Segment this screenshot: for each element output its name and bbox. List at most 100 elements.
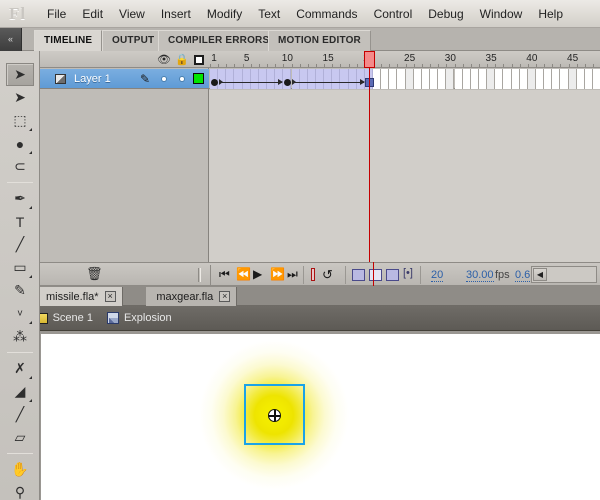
menu-window[interactable]: Window [472, 3, 531, 25]
frame-cell[interactable] [503, 69, 511, 89]
eraser-tool[interactable]: ▱ [6, 426, 34, 449]
layer-name-label[interactable]: Layer 1 [74, 73, 111, 85]
frame-cell[interactable] [520, 69, 528, 89]
breadcrumb-explosion[interactable]: Explosion [107, 312, 172, 324]
frame-cell[interactable] [544, 69, 552, 89]
frame-ruler[interactable]: 151015202530354045 [209, 51, 600, 68]
timeline-horizontal-scrollbar[interactable]: ◀ [531, 266, 597, 283]
goto-last-frame-button[interactable]: ⏭ [287, 268, 298, 281]
frame-cell[interactable] [455, 69, 463, 89]
panel-tab-motion-editor[interactable]: MOTION EDITOR [268, 30, 371, 51]
step-forward-button[interactable]: ⏩ [270, 268, 285, 281]
onion-skin-button[interactable] [352, 269, 365, 281]
frame-cell[interactable] [446, 69, 454, 89]
frame-cell[interactable] [487, 69, 495, 89]
frame-rate-value[interactable]: 30.00 [466, 269, 494, 282]
tool-flyout-arrow-icon[interactable] [29, 399, 32, 402]
frame-cell[interactable] [243, 69, 251, 89]
scroll-left-arrow-icon[interactable]: ◀ [533, 268, 547, 281]
frame-cell[interactable] [234, 69, 242, 89]
eye-icon[interactable]: 👁 [157, 53, 171, 66]
frame-cell[interactable] [479, 69, 487, 89]
playhead-handle[interactable] [364, 51, 375, 68]
onion-skin-outlines-button[interactable] [369, 269, 382, 281]
menu-debug[interactable]: Debug [420, 3, 471, 25]
tool-flyout-arrow-icon[interactable] [29, 206, 32, 209]
document-tab-missile-fla-[interactable]: missile.fla*× [36, 287, 123, 306]
panel-tab-compiler-errors[interactable]: COMPILER ERRORS [158, 30, 279, 51]
current-frame-value[interactable]: 20 [431, 269, 443, 282]
frame-cell[interactable] [259, 69, 267, 89]
frame-cell[interactable] [438, 69, 446, 89]
frame-cell[interactable] [373, 69, 381, 89]
frame-cell[interactable] [308, 69, 316, 89]
stage-canvas[interactable] [41, 334, 600, 500]
pencil-tool[interactable]: ✎ [6, 279, 34, 302]
pen-tool[interactable]: ✒ [6, 187, 34, 210]
rectangle-tool[interactable]: ▭ [6, 256, 34, 279]
tool-flyout-arrow-icon[interactable] [29, 128, 32, 131]
eyedropper-tool[interactable]: ╱ [6, 403, 34, 426]
frame-cell[interactable] [593, 69, 600, 89]
frame-cell[interactable] [536, 69, 544, 89]
menu-control[interactable]: Control [366, 3, 421, 25]
menu-commands[interactable]: Commands [288, 3, 365, 25]
frame-cell[interactable] [552, 69, 560, 89]
free-transform-tool[interactable]: ⬚ [6, 109, 34, 132]
lock-icon[interactable]: 🔒 [175, 53, 189, 66]
frame-row-layer-1[interactable] [209, 69, 600, 89]
keyframe-marker[interactable] [211, 79, 218, 86]
edit-multiple-frames-button[interactable] [386, 269, 399, 281]
breadcrumb-scene-1[interactable]: Scene 1 [35, 312, 93, 324]
frame-cell[interactable] [577, 69, 585, 89]
document-tab-maxgear-fla[interactable]: maxgear.fla× [146, 287, 237, 306]
frame-cell[interactable] [471, 69, 479, 89]
brush-tool[interactable]: ᵛ [6, 302, 34, 325]
hand-tool[interactable]: ✋ [6, 458, 34, 481]
frame-cell[interactable] [585, 69, 593, 89]
menu-help[interactable]: Help [530, 3, 571, 25]
frame-cell[interactable] [349, 69, 357, 89]
3d-rotation-tool[interactable]: ● [6, 132, 34, 155]
paint-bucket-tool[interactable]: ◢ [6, 380, 34, 403]
panel-tab-timeline[interactable]: TIMELINE [34, 30, 102, 51]
menu-modify[interactable]: Modify [199, 3, 250, 25]
elapsed-time-value[interactable]: 0.6 [515, 269, 530, 282]
frame-grid-area[interactable]: 151015202530354045 [209, 51, 600, 262]
frame-cell[interactable] [397, 69, 405, 89]
frame-cell[interactable] [251, 69, 259, 89]
tool-flyout-arrow-icon[interactable] [29, 321, 32, 324]
play-button[interactable]: ▶ [253, 268, 262, 281]
frame-cell[interactable] [340, 69, 348, 89]
layer-row-layer-1[interactable]: Layer 1 ✎ [40, 69, 209, 89]
line-tool[interactable]: ╱ [6, 233, 34, 256]
layer-visibility-dot[interactable] [162, 77, 166, 81]
frame-cell[interactable] [406, 69, 414, 89]
tool-flyout-arrow-icon[interactable] [29, 151, 32, 154]
frame-cell[interactable] [569, 69, 577, 89]
menu-view[interactable]: View [111, 3, 153, 25]
frame-cell[interactable] [430, 69, 438, 89]
frame-cell[interactable] [300, 69, 308, 89]
onion-marker-icon[interactable] [311, 268, 315, 281]
frame-cell[interactable] [316, 69, 324, 89]
menu-insert[interactable]: Insert [153, 3, 199, 25]
goto-first-frame-button[interactable]: ⏮ [219, 268, 230, 281]
frame-cell[interactable] [267, 69, 275, 89]
frame-cell[interactable] [528, 69, 536, 89]
frame-cell[interactable] [463, 69, 471, 89]
zoom-tool[interactable]: ⚲ [6, 481, 34, 500]
loop-icon[interactable]: ↺ [322, 267, 333, 283]
collapse-panel-button[interactable]: « [0, 28, 22, 51]
frame-cell[interactable] [332, 69, 340, 89]
selection-tool[interactable]: ➤ [6, 63, 34, 86]
lasso-tool[interactable]: ⊂ [6, 155, 34, 178]
frame-cell[interactable] [414, 69, 422, 89]
subselection-tool[interactable]: ➤ [6, 86, 34, 109]
frame-cell[interactable] [495, 69, 503, 89]
frame-cell[interactable] [389, 69, 397, 89]
frame-cell[interactable] [512, 69, 520, 89]
modify-onion-markers-button[interactable]: [•] [403, 267, 416, 279]
bone-tool[interactable]: ✗ [6, 357, 34, 380]
menu-text[interactable]: Text [250, 3, 288, 25]
